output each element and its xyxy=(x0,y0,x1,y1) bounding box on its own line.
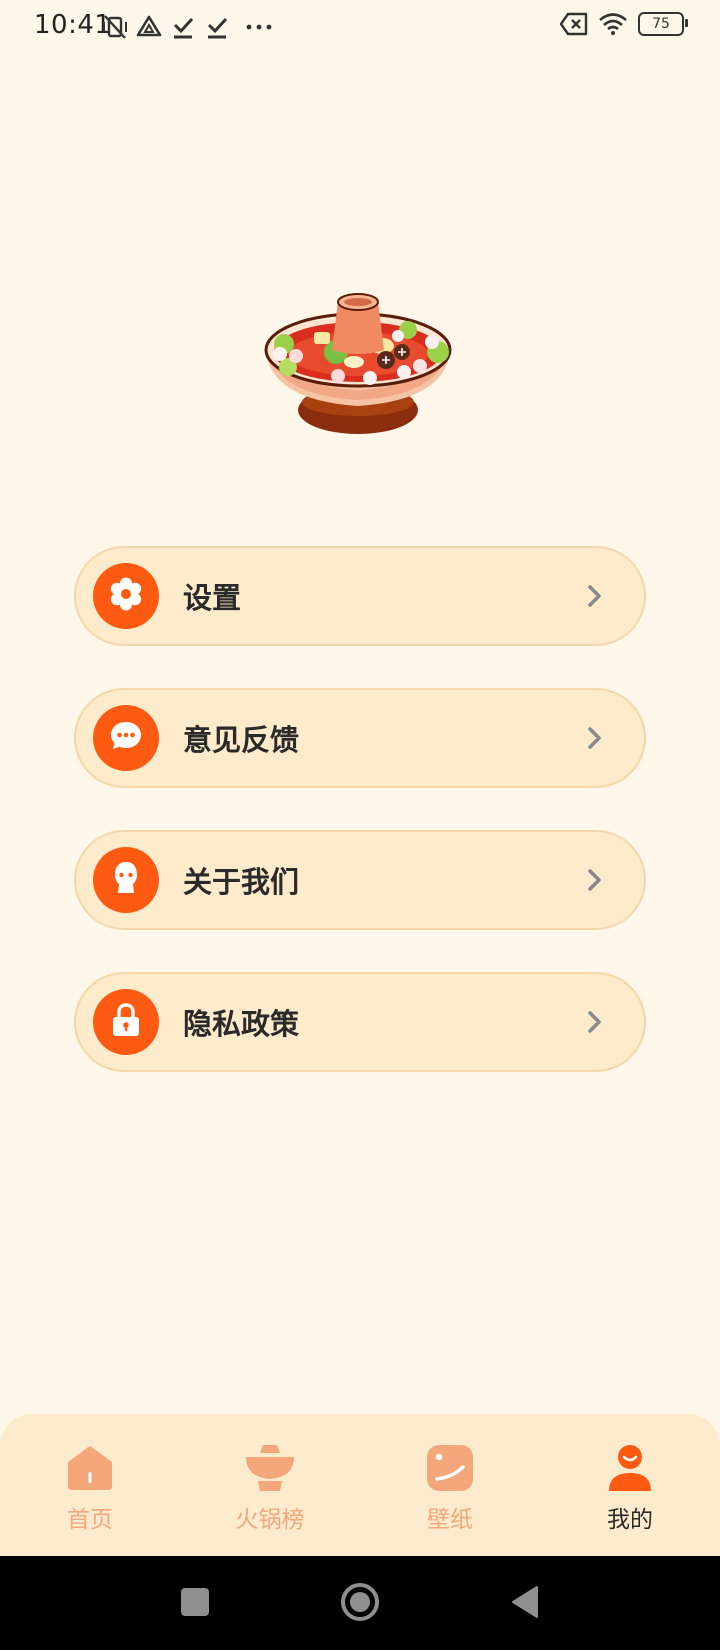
status-right-icons: 75 xyxy=(550,12,688,36)
menu-item-privacy-policy[interactable]: 隐私政策 xyxy=(74,972,646,1072)
back-triangle-icon xyxy=(510,1585,540,1623)
home-nav-button[interactable] xyxy=(338,1582,382,1626)
tab-label: 火锅榜 xyxy=(235,1507,305,1533)
hotpot-icon xyxy=(244,1442,296,1494)
person-face-icon xyxy=(109,860,143,900)
recent-apps-button[interactable] xyxy=(173,1582,217,1626)
drive-icon xyxy=(134,12,164,42)
status-bar: 10:41 75 xyxy=(0,0,720,56)
gear-icon xyxy=(109,577,143,615)
tab-home[interactable]: 首页 xyxy=(30,1442,150,1548)
vibrate-off-icon xyxy=(100,12,130,42)
more-dots-icon xyxy=(244,12,274,42)
home-icon xyxy=(64,1442,116,1494)
menu-item-settings[interactable]: 设置 xyxy=(74,546,646,646)
menu-item-label: 意见反馈 xyxy=(183,723,300,757)
circle-icon xyxy=(339,1581,381,1627)
tab-label: 我的 xyxy=(607,1507,653,1533)
menu-list: 设置 意见反馈 关于我们 隐私政策 xyxy=(74,546,646,1114)
lock-icon xyxy=(111,1002,141,1042)
menu-item-label: 隐私政策 xyxy=(183,1007,300,1041)
menu-item-about-us[interactable]: 关于我们 xyxy=(74,830,646,930)
square-icon xyxy=(180,1587,210,1621)
tab-mine[interactable]: 我的 xyxy=(570,1442,690,1548)
menu-item-feedback[interactable]: 意见反馈 xyxy=(74,688,646,788)
chevron-right-icon xyxy=(580,723,610,753)
chevron-right-icon xyxy=(580,1007,610,1037)
tab-label: 首页 xyxy=(67,1507,113,1533)
system-nav-bar xyxy=(0,1556,720,1650)
chevron-right-icon xyxy=(580,581,610,611)
tab-wallpaper[interactable]: 壁纸 xyxy=(390,1442,510,1548)
menu-item-label: 设置 xyxy=(183,581,242,615)
chat-bubble-icon xyxy=(108,718,144,758)
status-left-icons xyxy=(100,12,278,42)
back-nav-button[interactable] xyxy=(503,1582,547,1626)
chevron-right-icon xyxy=(580,865,610,895)
data-off-icon xyxy=(560,12,588,36)
battery-level: 75 xyxy=(638,12,688,36)
tab-hotpot-ranking[interactable]: 火锅榜 xyxy=(210,1442,330,1548)
profile-icon xyxy=(604,1442,656,1494)
hotpot-illustration xyxy=(258,292,458,442)
menu-item-label: 关于我们 xyxy=(183,865,300,899)
download-done-icon xyxy=(168,12,198,42)
bottom-tab-bar: 首页 火锅榜 壁纸 我的 xyxy=(0,1414,720,1556)
download-done-icon xyxy=(202,12,232,42)
wifi-icon xyxy=(598,12,628,36)
wallpaper-icon xyxy=(424,1442,476,1494)
battery-icon: 75 xyxy=(638,12,688,36)
tab-label: 壁纸 xyxy=(427,1507,473,1533)
